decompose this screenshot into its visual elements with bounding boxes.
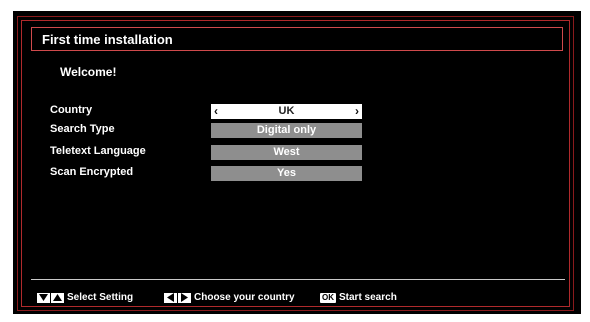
ok-key-icon: OK: [320, 292, 336, 303]
arrow-down-key-icon: [37, 292, 50, 303]
hint-select-setting: Select Setting: [37, 292, 133, 303]
search-type-label: Search Type: [50, 123, 115, 135]
scan-encrypted-selector[interactable]: Yes: [211, 166, 362, 181]
start-search-label: Start search: [339, 292, 397, 303]
arrow-up-key-icon: [51, 292, 64, 303]
inner-frame: [21, 20, 570, 307]
chevron-left-icon[interactable]: ‹: [214, 104, 218, 119]
arrow-left-key-icon: [164, 292, 177, 303]
choose-country-label: Choose your country: [194, 292, 295, 303]
country-label: Country: [50, 104, 93, 116]
country-value: UK: [278, 105, 295, 117]
teletext-language-label: Teletext Language: [50, 145, 146, 157]
select-setting-label: Select Setting: [67, 292, 134, 303]
hint-choose-country: Choose your country: [164, 292, 295, 303]
chevron-right-icon[interactable]: ›: [355, 104, 359, 119]
teletext-language-selector[interactable]: West: [211, 145, 362, 160]
country-selector[interactable]: ‹ UK ›: [211, 104, 362, 119]
footer-divider: [31, 279, 565, 280]
page-title: First time installation: [42, 32, 173, 47]
arrow-right-key-icon: [178, 292, 191, 303]
scan-encrypted-label: Scan Encrypted: [50, 166, 134, 178]
hint-start-search: OK Start search: [320, 292, 397, 303]
title-bar: First time installation: [31, 27, 563, 51]
welcome-text: Welcome!: [60, 65, 117, 79]
search-type-selector[interactable]: Digital only: [211, 123, 362, 138]
